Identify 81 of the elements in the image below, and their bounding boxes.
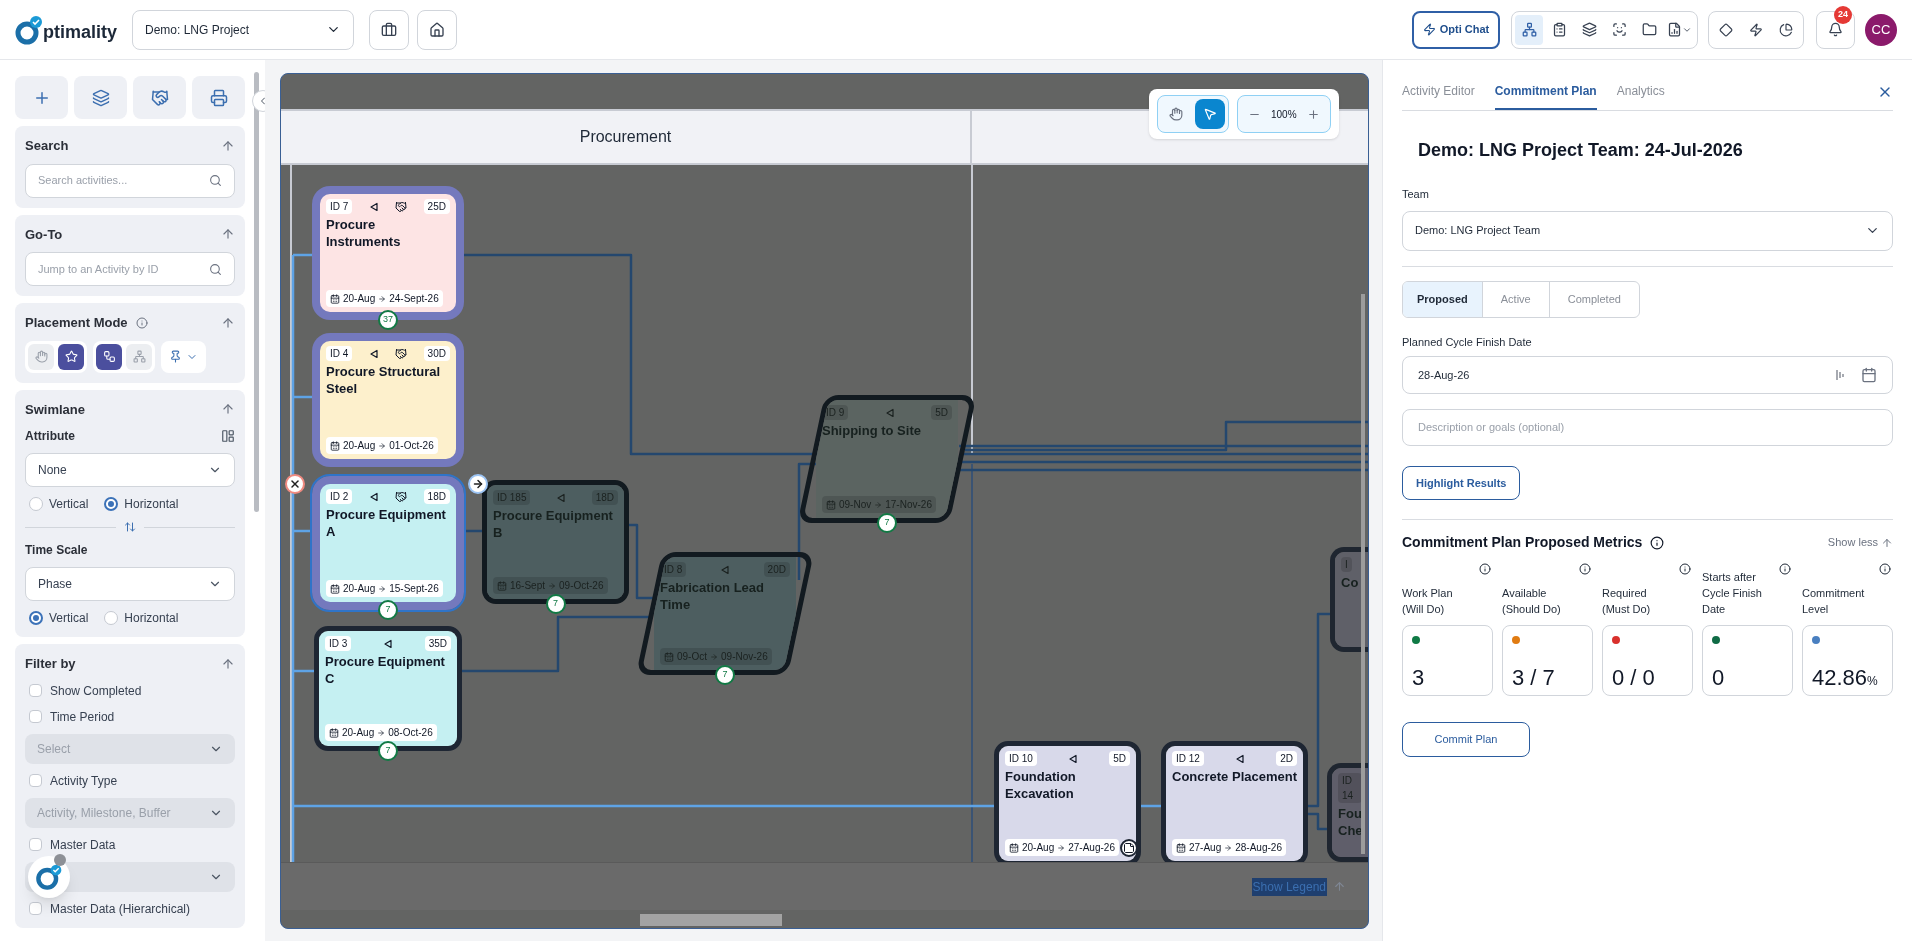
date-field[interactable]: 28-Aug-26 bbox=[1402, 356, 1893, 394]
filter-checkbox[interactable]: Activity Type bbox=[25, 771, 235, 790]
radio-option[interactable]: Vertical bbox=[29, 609, 89, 627]
metric-value: 0 bbox=[1712, 667, 1726, 689]
section-title: Placement Mode bbox=[25, 314, 128, 332]
notification-badge: 24 bbox=[1834, 5, 1852, 24]
time-scale-select[interactable]: Phase bbox=[25, 567, 235, 601]
activity-id: ID 12 bbox=[1172, 751, 1204, 766]
field-label: Team bbox=[1402, 187, 1430, 202]
field-label: Attribute bbox=[25, 428, 75, 445]
activity-name: Procure Equipment C bbox=[325, 653, 446, 687]
radio-option[interactable]: Vertical bbox=[29, 495, 89, 513]
filter-checkbox[interactable]: Master Data (Hierarchical) bbox=[25, 899, 235, 918]
activity-duration: 5D bbox=[1109, 751, 1130, 766]
commit-plan-button[interactable]: Commit Plan bbox=[1402, 722, 1530, 757]
radio-option[interactable]: Horizontal bbox=[104, 609, 179, 627]
metric-value: 0 / 0 bbox=[1612, 667, 1656, 689]
date-range: 20-Aug 27-Aug-26 bbox=[1005, 839, 1119, 856]
activity-duration: 30D bbox=[423, 346, 450, 361]
metric-label: Starts after Cycle Finish Date bbox=[1702, 570, 1763, 617]
activity-duration: 2D bbox=[1276, 751, 1297, 766]
metrics-title: Commitment Plan Proposed Metrics bbox=[1402, 533, 1643, 552]
date-range: 27-Aug 28-Aug-26 bbox=[1172, 839, 1286, 856]
activity-id: ID 10 bbox=[1005, 751, 1037, 766]
activity-duration: 35D bbox=[424, 636, 451, 651]
metric-label: Required (Must Do) bbox=[1602, 586, 1652, 617]
activity-name: Procure Structural Steel bbox=[326, 363, 442, 397]
activity-name: Fabrication Lead Time bbox=[660, 579, 766, 613]
field-label: Planned Cycle Finish Date bbox=[1402, 334, 1533, 350]
metric-label: Commitment Level bbox=[1802, 586, 1866, 617]
highlight-results-button[interactable]: Highlight Results bbox=[1402, 466, 1521, 500]
attribute-select[interactable]: None bbox=[25, 453, 235, 487]
date-range: 20-Aug 15-Sept-26 bbox=[326, 580, 443, 597]
field-label: Time Scale bbox=[25, 542, 89, 559]
user-avatar[interactable]: CC bbox=[1865, 13, 1897, 46]
zoom-level: 100% bbox=[1271, 107, 1297, 122]
team-select[interactable]: Demo: LNG Project Team bbox=[1402, 210, 1893, 251]
metric-value: 42.86% bbox=[1812, 667, 1879, 689]
metric-value: 3 / 7 bbox=[1512, 667, 1556, 689]
activity-name: Fou Che bbox=[1338, 805, 1362, 839]
filter-checkbox[interactable]: Show Completed bbox=[25, 681, 235, 700]
activity-name: Procure Equipment B bbox=[493, 507, 614, 541]
activity-duration: 25D bbox=[423, 199, 450, 214]
lane-title: Procurement bbox=[579, 127, 672, 147]
activity-id: ID 7 bbox=[326, 199, 353, 214]
filter-checkbox[interactable]: Time Period bbox=[25, 707, 235, 726]
radio-option[interactable]: Horizontal bbox=[104, 495, 179, 513]
date-range: 20-Aug 24-Sept-26 bbox=[326, 290, 443, 307]
section-title: Swimlane bbox=[25, 400, 85, 419]
activity-id: ID 3 bbox=[325, 636, 352, 651]
status-tab[interactable]: Proposed bbox=[1403, 281, 1483, 317]
brand-name: ptimality bbox=[43, 21, 117, 44]
show-less-link[interactable]: Show less bbox=[1827, 534, 1893, 551]
count-badge: 7 bbox=[378, 600, 398, 620]
count-badge: 37 bbox=[378, 310, 398, 330]
opti-chat-button[interactable]: Opti Chat bbox=[1412, 10, 1500, 49]
panel-tab[interactable]: Commitment Plan bbox=[1494, 82, 1597, 110]
date-range: 20-Aug 01-Oct-26 bbox=[326, 437, 438, 454]
count-badge: 7 bbox=[715, 665, 735, 685]
date-range: 20-Aug 08-Oct-26 bbox=[325, 724, 437, 741]
metric-label: Available (Should Do) bbox=[1502, 586, 1562, 617]
section-title: Filter by bbox=[25, 655, 76, 673]
activity-name: Co bbox=[1341, 574, 1360, 591]
section-title: Go-To bbox=[25, 225, 63, 244]
filter-checkbox[interactable]: Master Data bbox=[25, 835, 235, 854]
activity-id: ID 4 bbox=[326, 346, 353, 361]
activity-duration: 18D bbox=[423, 489, 450, 504]
metric-label: Work Plan (Will Do) bbox=[1402, 586, 1454, 617]
activity-name: Procure Equipment A bbox=[326, 506, 447, 540]
activity-name: Concrete Placement bbox=[1172, 768, 1297, 785]
activity-name: Foundation Excavation bbox=[1005, 768, 1077, 802]
section-title: Search bbox=[25, 137, 69, 155]
metric-value: 3 bbox=[1412, 667, 1426, 689]
project-select[interactable]: Demo: LNG Project bbox=[132, 9, 354, 50]
activity-name: Shipping to Site bbox=[822, 422, 922, 439]
count-badge: 7 bbox=[378, 741, 398, 761]
panel-title: Demo: LNG Project Team: 24-Jul-2026 bbox=[1418, 139, 1744, 162]
activity-card[interactable]: ID 4 30D Procure Structural Steel 20-Aug 01-Oct-26 bbox=[312, 333, 464, 467]
count-badge: 7 bbox=[877, 513, 897, 533]
activity-id: ID 2 bbox=[326, 489, 353, 504]
activity-name: Procure Instruments bbox=[326, 216, 402, 250]
